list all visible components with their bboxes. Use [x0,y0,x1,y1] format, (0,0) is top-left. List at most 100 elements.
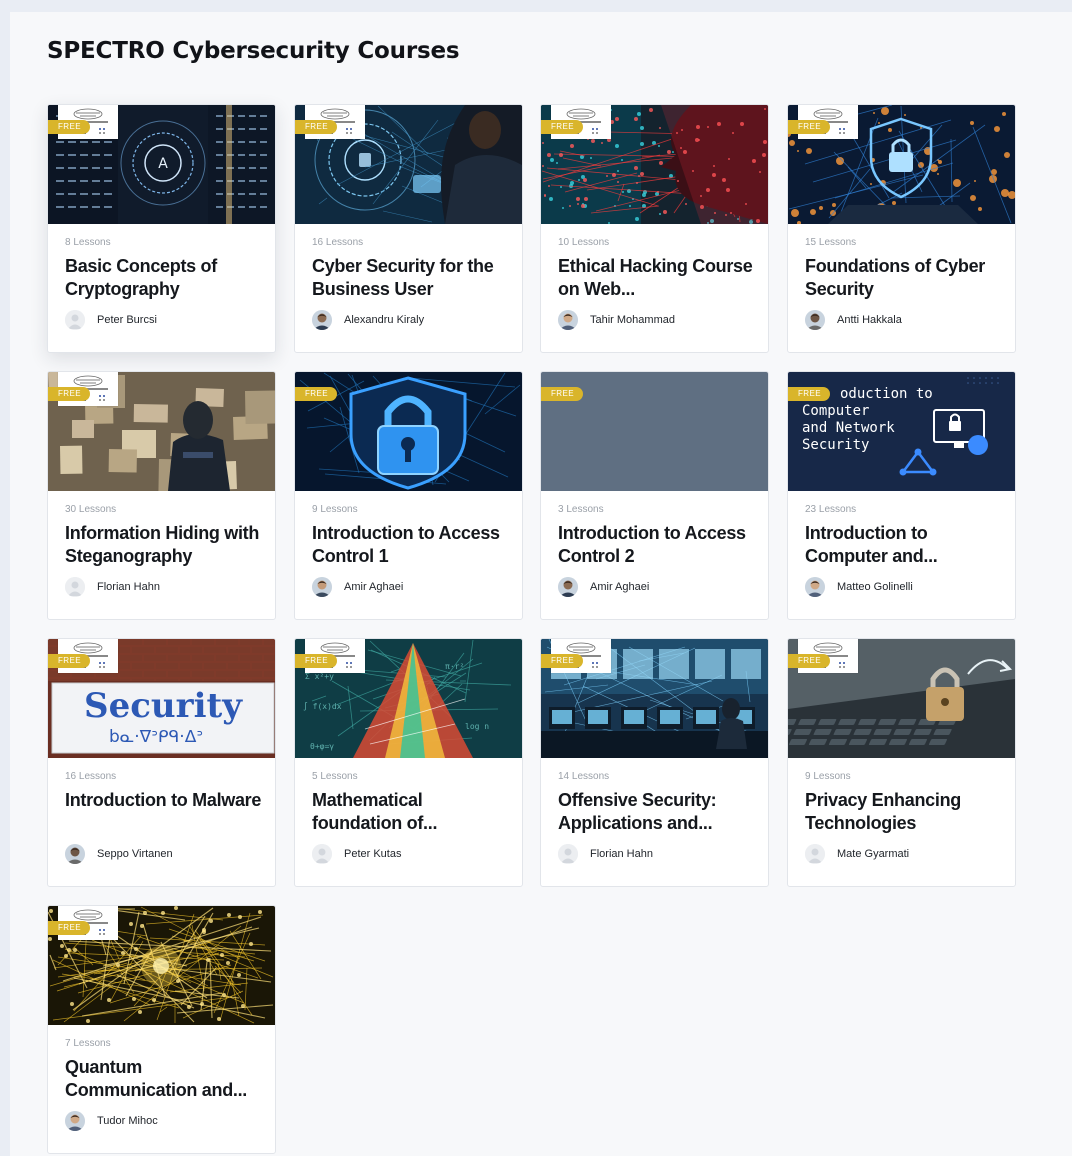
author: Tahir Mohammad [558,309,675,331]
avatar [558,310,578,330]
free-badge: FREE [48,387,90,401]
author: Peter Burcsi [65,309,157,331]
avatar [65,577,85,597]
page-title: SPECTRO Cybersecurity Courses [47,38,460,64]
avatar [65,1111,85,1131]
course-card[interactable]: FREE 15 Lessons Foundations of Cyber Sec… [787,104,1016,353]
course-title[interactable]: Introduction to Access Control 1 [312,522,512,568]
avatar [312,577,332,597]
avatar [312,844,332,864]
course-card[interactable]: Σ x²+y ∫ f(x)dx π·r² log n θ+φ=γ FREE 5 Less… [294,638,523,887]
author: Peter Kutas [312,843,401,865]
course-title[interactable]: Introduction to Access Control 2 [558,522,758,568]
avatar [312,310,332,330]
author: Amir Aghaei [558,576,649,598]
author: Alexandru Kiraly [312,309,424,331]
author: Matteo Golinelli [805,576,913,598]
svg-text:θ+φ=γ: θ+φ=γ [310,742,334,751]
course-card[interactable]: FREE 14 Lessons Offensive Security: Appl… [540,638,769,887]
course-title[interactable]: Introduction to Malware [65,789,265,812]
author: Antti Hakkala [805,309,902,331]
lesson-count: 5 Lessons [312,771,358,782]
author: Seppo Virtanen [65,843,173,865]
lesson-count: 30 Lessons [65,504,117,515]
free-badge: FREE [541,120,583,134]
course-card[interactable]: FREE 16 Lessons Cyber Security for the B… [294,104,523,353]
author: Tudor Mihoc [65,1110,158,1132]
free-badge: FREE [295,654,337,668]
author: Florian Hahn [65,576,160,598]
lesson-count: 8 Lessons [65,237,111,248]
author: Amir Aghaei [312,576,403,598]
free-badge: FREE [788,387,830,401]
course-title[interactable]: Cyber Security for the Business User [312,255,512,301]
author-name: Peter Kutas [344,848,402,860]
course-title[interactable]: Mathematical foundation of... [312,789,512,835]
avatar [558,844,578,864]
courses-panel: SPECTRO Cybersecurity Courses A FREE 8 L… [10,12,1072,1156]
author-name: Tahir Mohammad [590,314,675,326]
free-badge: FREE [48,921,90,935]
course-card[interactable]: oduction to Computer and Network Security F… [787,371,1016,620]
course-title[interactable]: Basic Concepts of Cryptography [65,255,265,301]
lesson-count: 14 Lessons [558,771,610,782]
course-card[interactable]: Security bᓇ·ᐁᐣᑭᑫ·ᐃᐣ FREE 16 Lessons Intro… [47,638,276,887]
free-badge: FREE [541,387,583,401]
svg-text:log n: log n [465,722,489,731]
svg-text:Σ x²+y: Σ x²+y [305,672,334,681]
course-card[interactable]: FREE 9 Lessons Privacy Enhancing Technol… [787,638,1016,887]
course-title[interactable]: Quantum Communication and... [65,1056,265,1102]
author-name: Matteo Golinelli [837,581,913,593]
author-name: Florian Hahn [97,581,160,593]
author-name: Alexandru Kiraly [344,314,425,326]
svg-text:π·r²: π·r² [445,662,464,671]
course-card[interactable]: FREE 9 Lessons Introduction to Access Co… [294,371,523,620]
lesson-count: 16 Lessons [65,771,117,782]
free-badge: FREE [295,387,337,401]
svg-text:A: A [158,156,168,172]
author: Mate Gyarmati [805,843,909,865]
avatar [65,310,85,330]
thumb-text-line: Computer [802,403,869,419]
avatar [805,844,825,864]
avatar [805,577,825,597]
lesson-count: 10 Lessons [558,237,610,248]
thumb-text-line: Security [802,437,869,453]
course-card[interactable]: FREE 7 Lessons Quantum Communication and… [47,905,276,1154]
lesson-count: 3 Lessons [558,504,604,515]
course-title[interactable]: Introduction to Computer and... [805,522,1005,568]
author-name: Mate Gyarmati [837,848,910,860]
course-card[interactable]: FREE 10 Lessons Ethical Hacking Course o… [540,104,769,353]
lesson-count: 16 Lessons [312,237,364,248]
course-title[interactable]: Foundations of Cyber Security [805,255,1005,301]
avatar [805,310,825,330]
lesson-count: 9 Lessons [312,504,358,515]
author-name: Florian Hahn [590,848,653,860]
author-name: Antti Hakkala [837,314,902,326]
free-badge: FREE [295,120,337,134]
free-badge: FREE [48,120,90,134]
free-badge: FREE [788,120,830,134]
course-title[interactable]: Offensive Security: Applications and... [558,789,758,835]
course-card[interactable]: FREE 3 Lessons Introduction to Access Co… [540,371,769,620]
author-name: Seppo Virtanen [97,848,173,860]
lesson-count: 15 Lessons [805,237,857,248]
thumb-text-line: Security [84,686,243,726]
avatar [65,844,85,864]
free-badge: FREE [48,654,90,668]
lesson-count: 9 Lessons [805,771,851,782]
avatar [558,577,578,597]
free-badge: FREE [788,654,830,668]
course-title[interactable]: Privacy Enhancing Technologies [805,789,1005,835]
course-card[interactable]: FREE 30 Lessons Information Hiding with … [47,371,276,620]
svg-text:∫ f(x)dx: ∫ f(x)dx [303,702,342,711]
author-name: Tudor Mihoc [97,1115,158,1127]
thumb-text-line: oduction to [840,386,933,402]
course-title[interactable]: Ethical Hacking Course on Web... [558,255,758,301]
thumb-text-line: bᓇ·ᐁᐣᑭᑫ·ᐃᐣ [109,727,203,747]
author: Florian Hahn [558,843,653,865]
course-card[interactable]: A FREE 8 Lessons Basic Concepts of Crypt… [47,104,276,353]
lesson-count: 7 Lessons [65,1038,111,1049]
course-title[interactable]: Information Hiding with Steganography [65,522,265,568]
free-badge: FREE [541,654,583,668]
